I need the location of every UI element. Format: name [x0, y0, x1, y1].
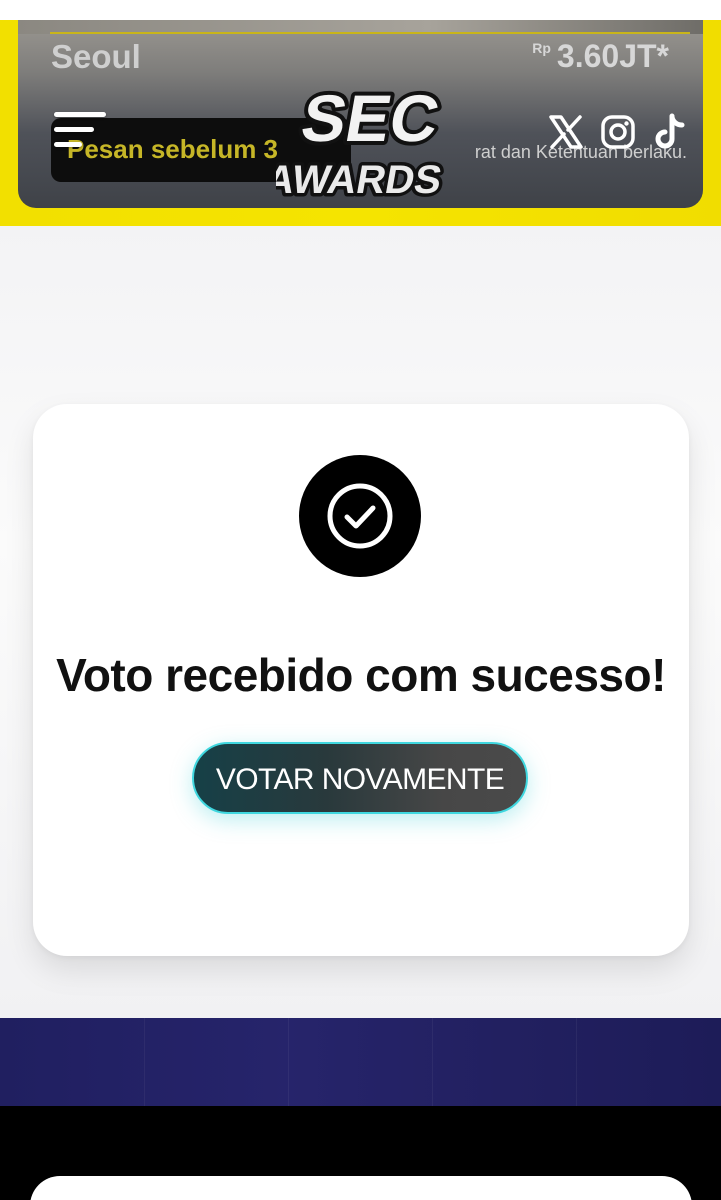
status-bar	[0, 0, 721, 20]
instagram-icon[interactable]	[598, 112, 638, 152]
menu-line	[54, 142, 82, 147]
sec-awards-logo[interactable]: SEC SEC AWARDS AWARDS	[276, 75, 448, 205]
logo-line2: AWARDS	[276, 157, 445, 202]
success-card: Voto recebido com sucesso! VOTAR NOVAMEN…	[33, 404, 689, 956]
ad-price: Rp 3.60JT*	[532, 38, 669, 75]
menu-line	[54, 112, 106, 117]
menu-line	[54, 127, 94, 132]
vote-again-button[interactable]: VOTAR NOVAMENTE	[192, 742, 528, 814]
ad-currency: Rp	[532, 40, 551, 56]
navy-seam	[576, 1018, 577, 1106]
check-circle-icon	[299, 455, 421, 577]
vote-again-label: VOTAR NOVAMENTE	[215, 763, 505, 796]
tiktok-icon[interactable]	[650, 112, 690, 152]
logo-line1: SEC	[296, 82, 445, 155]
navy-seam	[144, 1018, 145, 1106]
footer-card	[30, 1176, 692, 1200]
navy-seam	[432, 1018, 433, 1106]
ad-divider	[50, 32, 690, 34]
site-header: Seoul Rp 3.60JT* Pesan sebelum 3 rat dan …	[0, 20, 721, 226]
footer	[0, 1106, 721, 1200]
ad-price-value: 3.60JT*	[556, 38, 669, 74]
ad-city: Seoul	[51, 38, 141, 75]
hamburger-menu-icon[interactable]	[54, 112, 108, 152]
logo-graphic: SEC SEC AWARDS AWARDS	[276, 78, 448, 205]
x-icon[interactable]	[546, 112, 586, 152]
main-content: Voto recebido com sucesso! VOTAR NOVAMEN…	[0, 226, 721, 1018]
navy-seam	[288, 1018, 289, 1106]
success-title: Voto recebido com sucesso!	[56, 649, 666, 701]
navy-section	[0, 1018, 721, 1106]
